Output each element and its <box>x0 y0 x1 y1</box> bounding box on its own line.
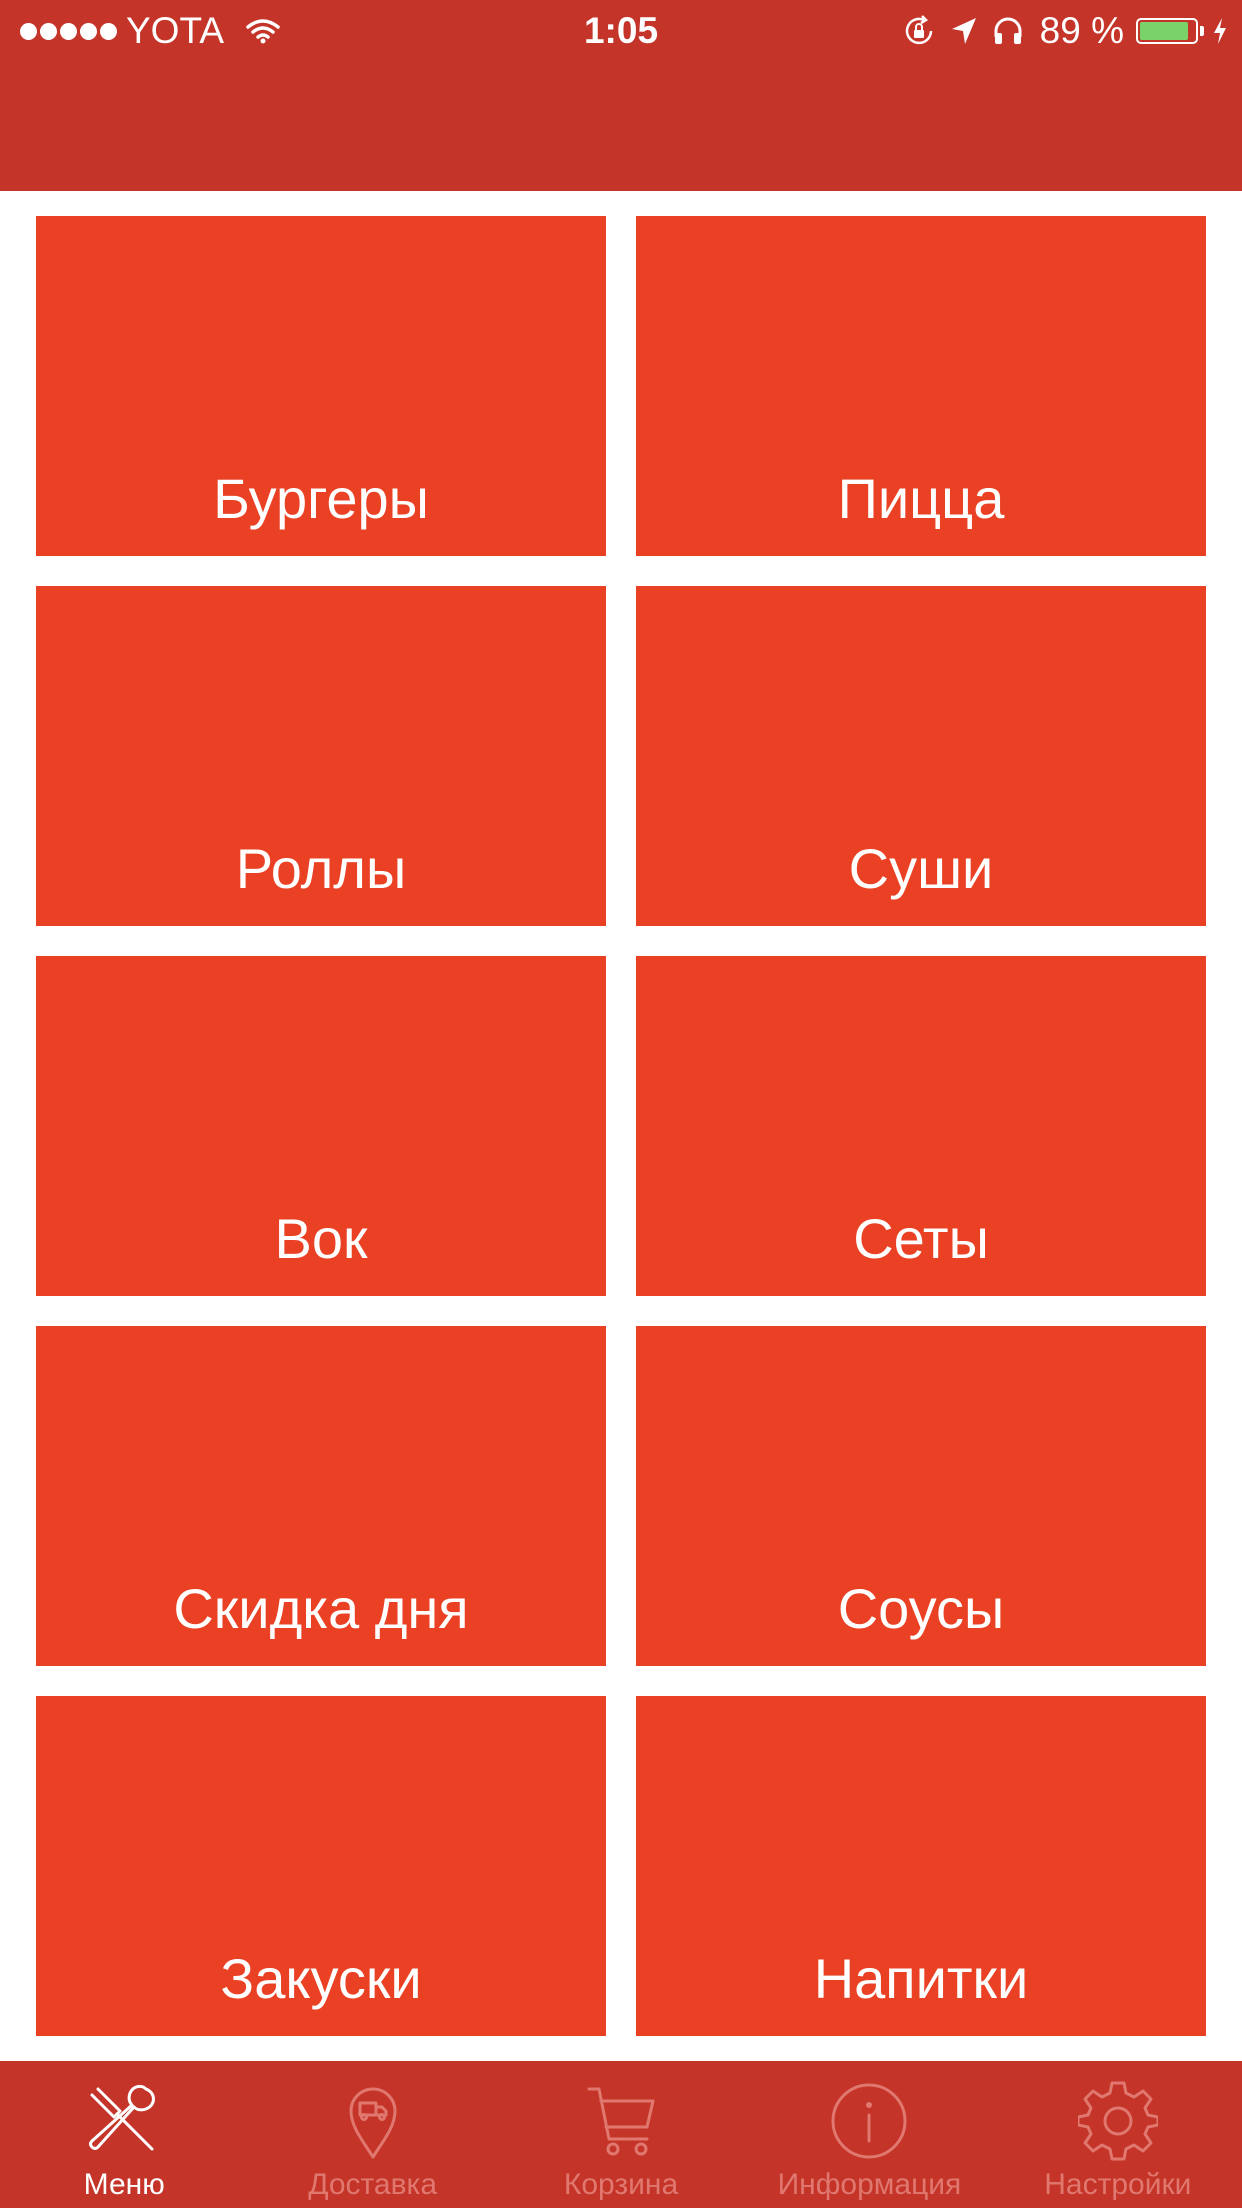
category-label: Соусы <box>837 1577 1005 1640</box>
tab-settings[interactable]: Настройки <box>994 2061 1242 2208</box>
info-icon <box>831 2083 907 2159</box>
tab-label: Настройки <box>1044 2168 1192 2201</box>
header-bar: YOTA 1:05 89 % <box>0 0 1242 191</box>
category-label: Скидка дня <box>173 1577 469 1640</box>
tab-label: Корзина <box>563 2168 679 2201</box>
category-tile-snacks[interactable]: Закуски <box>36 1696 606 2036</box>
category-label: Бургеры <box>213 467 429 530</box>
category-tile-daily-discount[interactable]: Скидка дня <box>36 1326 606 1666</box>
tab-bar: Меню Доставка Корзина Информация Настрой… <box>0 2061 1242 2208</box>
rotation-lock-icon <box>902 14 936 48</box>
category-tile-drinks[interactable]: Напитки <box>636 1696 1206 2036</box>
category-tile-rolls[interactable]: Роллы <box>36 586 606 926</box>
category-label: Сеты <box>853 1207 989 1270</box>
tab-info[interactable]: Информация <box>745 2061 993 2208</box>
headphones-icon <box>992 15 1024 47</box>
category-label: Пицца <box>837 467 1005 530</box>
tab-delivery[interactable]: Доставка <box>248 2061 496 2208</box>
category-label: Суши <box>848 837 994 900</box>
category-label: Вок <box>274 1207 368 1270</box>
category-tile-pizza[interactable]: Пицца <box>636 216 1206 556</box>
tab-label: Информация <box>777 2168 962 2201</box>
delivery-pin-icon <box>349 2087 397 2159</box>
category-tile-burgers[interactable]: Бургеры <box>36 216 606 556</box>
tab-label: Доставка <box>308 2168 438 2201</box>
category-label: Напитки <box>813 1947 1029 2010</box>
cart-icon <box>587 2087 655 2156</box>
status-right: 89 % <box>888 8 1228 54</box>
category-label: Закуски <box>220 1947 422 2010</box>
category-tile-sushi[interactable]: Суши <box>636 586 1206 926</box>
fork-spoon-icon <box>89 2084 156 2151</box>
location-arrow-icon <box>950 16 978 46</box>
tab-cart[interactable]: Корзина <box>497 2061 745 2208</box>
category-grid: Бургеры Пицца Роллы Суши Вок Сеты Скидка… <box>36 216 1206 2036</box>
category-label: Роллы <box>235 837 407 900</box>
tab-menu[interactable]: Меню <box>0 2061 248 2208</box>
gear-icon <box>1077 2081 1158 2161</box>
category-tile-sauces[interactable]: Соусы <box>636 1326 1206 1666</box>
charging-bolt-icon <box>1212 17 1228 45</box>
tab-label: Меню <box>83 2168 165 2201</box>
battery-percent: 89 % <box>1039 10 1124 51</box>
battery-icon <box>1136 18 1198 44</box>
category-tile-sets[interactable]: Сеты <box>636 956 1206 1296</box>
battery-level-fill <box>1140 22 1189 40</box>
status-bar: YOTA 1:05 89 % <box>0 0 1242 62</box>
category-tile-wok[interactable]: Вок <box>36 956 606 1296</box>
battery-nub <box>1200 26 1204 36</box>
